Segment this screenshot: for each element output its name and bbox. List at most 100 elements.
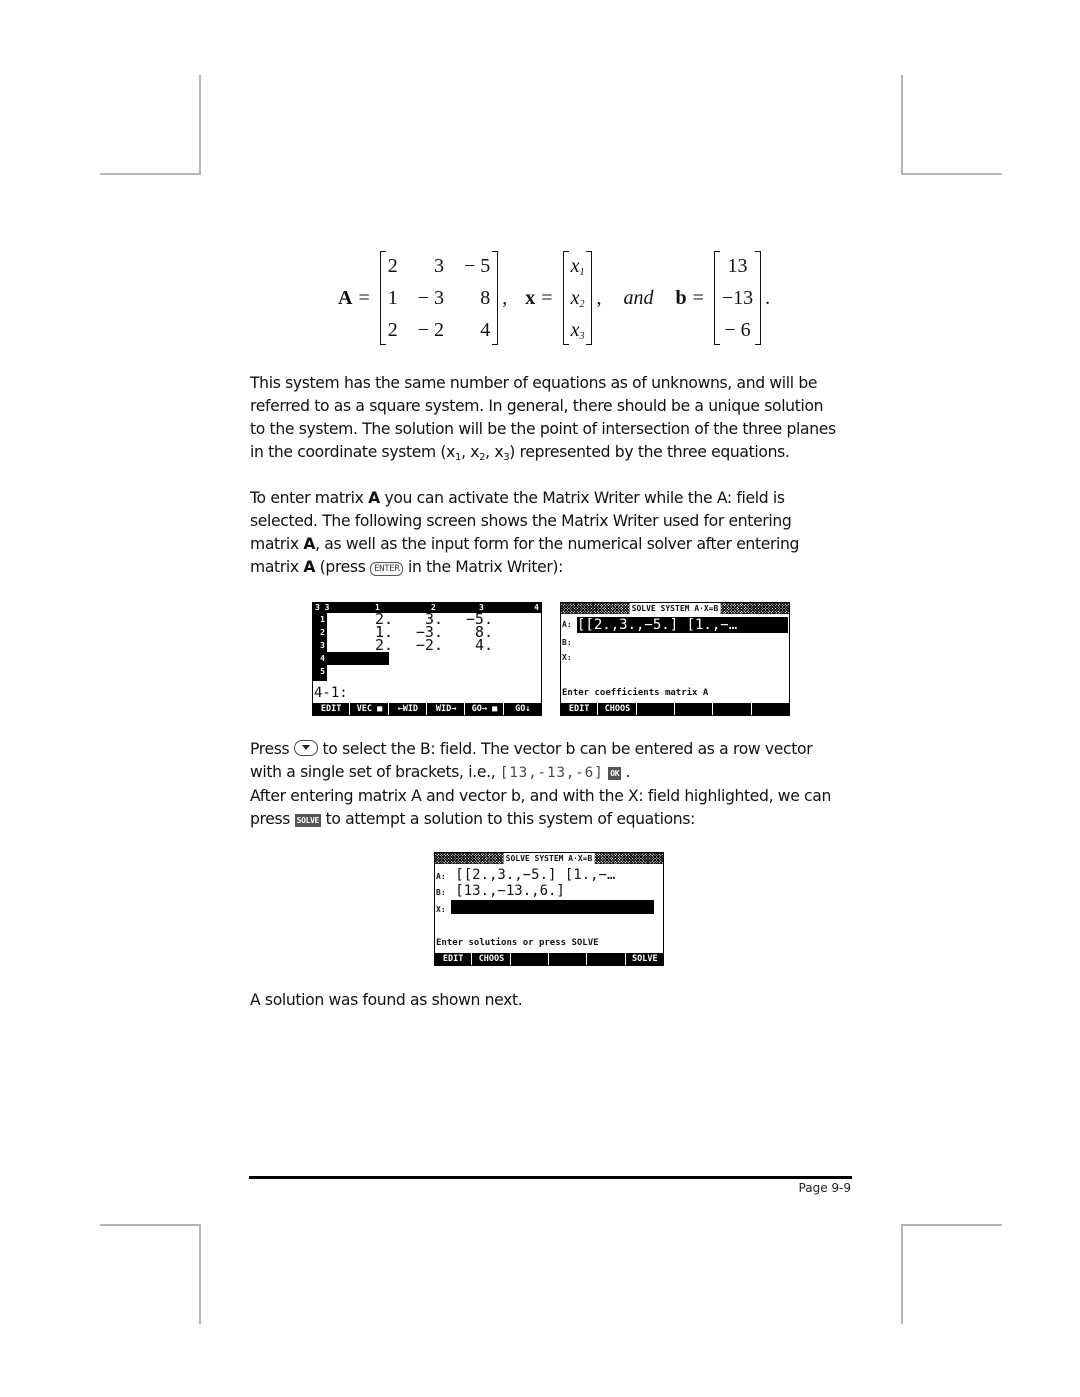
solver-screen-2: SOLVE SYSTEM A·X=B A: [[2.,3.,−5.] [1.,−… xyxy=(434,852,664,966)
text: , as well as the input form for the nume… xyxy=(315,535,800,553)
vector-b-label: b xyxy=(675,286,687,309)
vector-b: 13 −13 − 6 xyxy=(713,251,762,345)
field-b[interactable]: B: xyxy=(562,637,572,648)
softkey-go-right[interactable]: GO→ ■ xyxy=(466,703,504,715)
text-line: referred to as a square system. In gener… xyxy=(250,397,824,415)
field-a[interactable]: A: [[2.,3.,−5.] [1.,−… xyxy=(436,866,662,883)
text-line: selected. The following screen shows the… xyxy=(250,512,792,530)
text: with a single set of brackets, i.e., xyxy=(250,763,500,781)
text: (press xyxy=(315,558,371,576)
field-label: A: xyxy=(562,620,572,629)
softkey-go-down[interactable]: GO↓ xyxy=(504,703,541,715)
matrix-row: 2. 3. −5. xyxy=(333,612,493,627)
subscript: 2 xyxy=(579,299,585,310)
text-line: matrix A, as well as the input form for … xyxy=(250,533,860,556)
softkey-edit[interactable]: EDIT xyxy=(313,703,351,715)
matrix-cell: 8 xyxy=(480,287,491,309)
softkey-choose[interactable]: CHOOS xyxy=(473,953,511,965)
text-line: with a single set of brackets, i.e., [13… xyxy=(250,761,860,785)
paragraph-select-b: Press to select the B: field. The vector… xyxy=(250,738,860,831)
enter-key-icon: ENTER xyxy=(370,562,404,576)
title-bar: SOLVE SYSTEM A·X=B xyxy=(561,603,789,614)
text-line: matrix A (press ENTER in the Matrix Writ… xyxy=(250,556,860,579)
softkey-empty[interactable] xyxy=(752,703,789,715)
field-label: B: xyxy=(562,638,572,647)
softkey-empty[interactable] xyxy=(588,953,626,965)
matrix-cell: 1 xyxy=(387,287,398,309)
matrix-cell: 2 xyxy=(387,255,398,277)
field-x[interactable]: X: xyxy=(562,652,572,663)
text: , x xyxy=(461,443,480,461)
matrix-cell: 3 xyxy=(434,255,445,277)
softkey-vec[interactable]: VEC ■ xyxy=(351,703,389,715)
crop-mark xyxy=(901,1224,903,1324)
crop-mark xyxy=(100,173,200,175)
field-x[interactable]: X: xyxy=(436,900,662,914)
softkey-empty[interactable] xyxy=(511,953,549,965)
field-a[interactable]: A: [[2.,3.,−5.] [1.,−… xyxy=(562,617,788,633)
matrix-cell[interactable]: −2. xyxy=(393,638,443,653)
matrix-cell: − 3 xyxy=(417,287,445,309)
softkey-narrow[interactable]: ←WID xyxy=(389,703,427,715)
bold-text: A xyxy=(303,535,316,553)
text-line: Press to select the B: field. The vector… xyxy=(250,738,860,761)
comma: , xyxy=(596,286,602,309)
field-label: A: xyxy=(436,872,446,881)
softkey-widen[interactable]: WID→ xyxy=(427,703,466,715)
crop-mark xyxy=(901,75,903,175)
matrix-grid: 2. 3. −5. 1. −3. 8. 2. −2. 4. xyxy=(333,612,493,653)
text: press xyxy=(250,810,295,828)
softkey-empty[interactable] xyxy=(549,953,588,965)
matrix-size: 3 3 xyxy=(315,603,330,612)
vector-cell: − 6 xyxy=(724,319,751,341)
row-label: 1 xyxy=(320,615,325,624)
subscript: 3 xyxy=(579,331,585,342)
matrix-equation: A = 2 3 − 5 1 − 3 8 2 − 2 4 , x = x1 x2 … xyxy=(338,250,770,346)
field-b[interactable]: B: [13.,−13.,6.] xyxy=(436,882,662,899)
crop-mark xyxy=(100,1224,200,1226)
matrix-cell: − 5 xyxy=(464,255,491,277)
row-header-bar: 1 2 3 4 5 xyxy=(313,613,327,681)
row-label: 2 xyxy=(320,628,325,637)
softkey-solve[interactable]: SOLVE xyxy=(626,953,663,965)
matrix-cell: 4 xyxy=(480,319,491,341)
softkey-empty[interactable] xyxy=(675,703,714,715)
field-a-value[interactable]: [[2.,3.,−5.] [1.,−… xyxy=(577,617,788,633)
matrix-cell: 2 xyxy=(387,319,398,341)
paragraph-solution-found: A solution was found as shown next. xyxy=(250,989,860,1012)
text: ) represented by the three equations. xyxy=(509,443,790,461)
text: Press xyxy=(250,740,294,758)
softkey-edit[interactable]: EDIT xyxy=(561,703,599,715)
softkey-choose[interactable]: CHOOS xyxy=(599,703,637,715)
footer-rule xyxy=(249,1176,852,1179)
softkey-empty[interactable] xyxy=(637,703,675,715)
calculator-input: [13,-13,-6] xyxy=(499,765,604,781)
text: to attempt a solution to this system of … xyxy=(321,810,696,828)
softkey-edit[interactable]: EDIT xyxy=(435,953,473,965)
softkey-empty[interactable] xyxy=(714,703,752,715)
field-x-value-highlighted[interactable] xyxy=(451,900,654,914)
paragraph-square-system: This system has the same number of equat… xyxy=(250,372,860,464)
vector-x-label: x xyxy=(525,286,536,309)
text: you can activate the Matrix Writer while… xyxy=(379,489,785,507)
softkey-bar: EDIT VEC ■ ←WID WID→ GO→ ■ GO↓ xyxy=(313,703,541,715)
text: in the Matrix Writer): xyxy=(403,558,564,576)
text: . xyxy=(621,763,631,781)
field-b-value[interactable]: [13.,−13.,6.] xyxy=(455,883,565,899)
crop-mark xyxy=(199,75,201,175)
text-line: This system has the same number of equat… xyxy=(250,374,818,392)
text-line: to the system. The solution will be the … xyxy=(250,420,836,438)
crop-mark xyxy=(902,173,1002,175)
command-line[interactable]: 4-1: xyxy=(314,685,348,701)
matrix-cell[interactable]: 2. xyxy=(333,638,393,653)
field-a-value[interactable]: [[2.,3.,−5.] [1.,−… xyxy=(455,867,615,883)
row-label: 5 xyxy=(320,667,325,676)
matrix-cell[interactable]: 4. xyxy=(443,638,493,653)
matrix-row: 2. −2. 4. xyxy=(333,638,493,653)
solver-screen-1: SOLVE SYSTEM A·X=B A: [[2.,3.,−5.] [1.,−… xyxy=(560,602,790,716)
equals-sign: = xyxy=(541,286,553,309)
vector-cell: x1 xyxy=(571,253,585,279)
text: matrix xyxy=(250,535,304,553)
screen-title: SOLVE SYSTEM A·X=B xyxy=(629,603,721,614)
and-word: and xyxy=(623,286,654,309)
